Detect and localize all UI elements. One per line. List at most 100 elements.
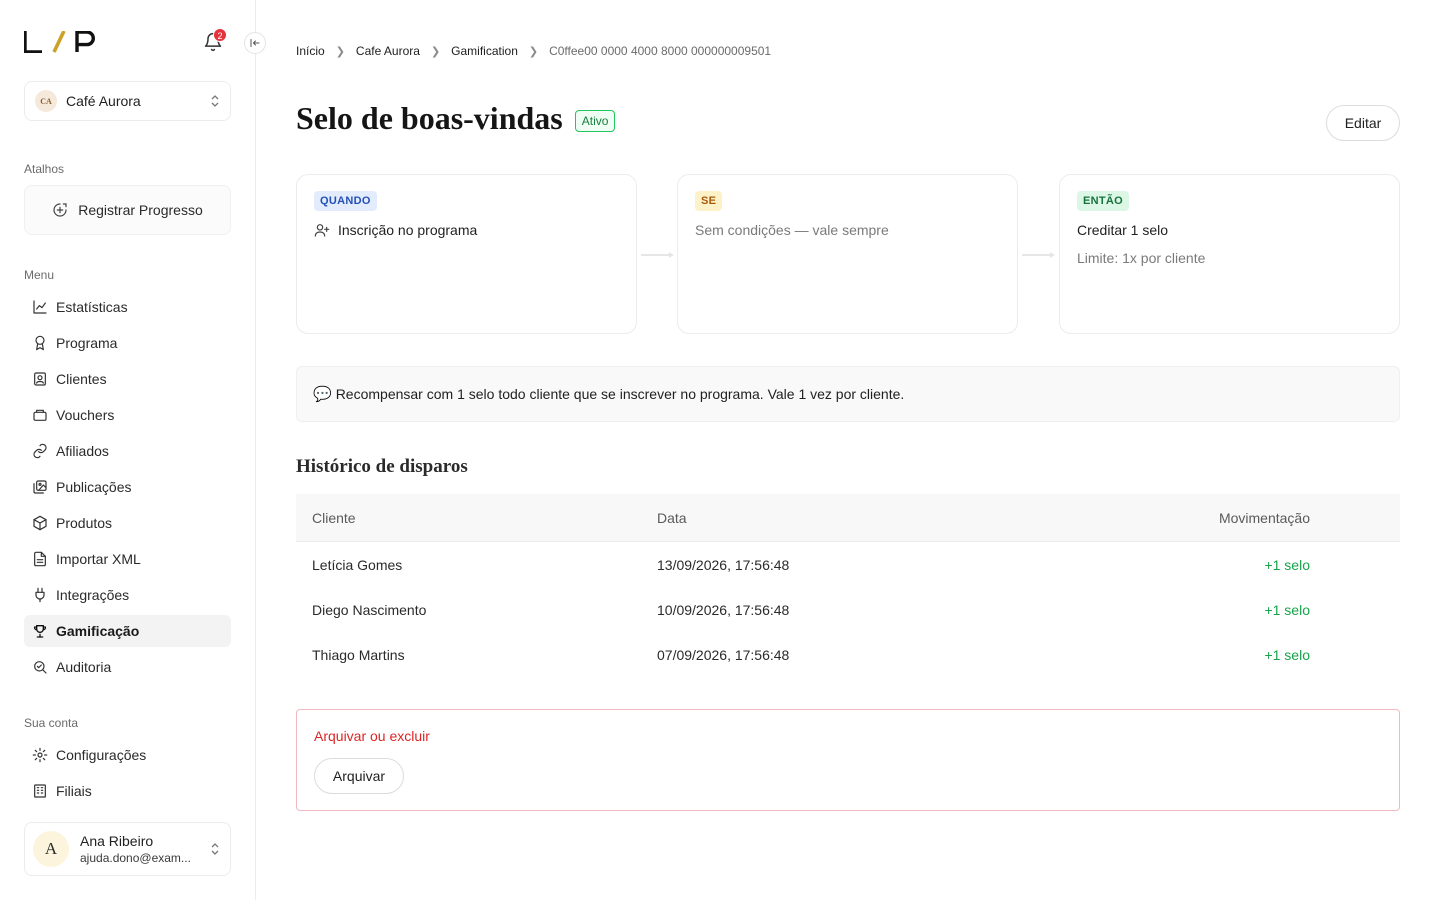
rule-description-text: Recompensar com 1 selo todo cliente que … (335, 386, 905, 402)
breadcrumb-gamification[interactable]: Gamification (451, 44, 518, 58)
then-limit: Limite: 1x por cliente (1077, 250, 1206, 266)
then-card: ENTÃO Creditar 1 selo Limite: 1x por cli… (1059, 174, 1400, 334)
breadcrumb: Início ❯ Cafe Aurora ❯ Gamification ❯ C0… (296, 44, 771, 58)
award-icon (35, 335, 45, 351)
notifications-count-badge: 2 (213, 28, 227, 42)
page-title: Selo de boas-vindas (296, 100, 563, 136)
cell-movement: +1 selo (1264, 601, 1310, 618)
link-icon (33, 443, 47, 459)
nav-item-afiliados[interactable]: Afiliados (24, 435, 231, 467)
breadcrumb-home[interactable]: Início (296, 44, 325, 58)
status-badge: Ativo (574, 109, 616, 132)
breadcrumb-company[interactable]: Cafe Aurora (356, 44, 420, 58)
nav-label: Programa (56, 335, 118, 351)
nav-item-estatisticas[interactable]: Estatísticas (24, 291, 231, 323)
if-card: SE Sem condições — vale sempre (677, 174, 1018, 334)
shortcuts-label: Atalhos (24, 162, 65, 176)
danger-zone: Arquivar ou excluir Arquivar (296, 709, 1400, 811)
when-card: QUANDO Inscrição no programa (296, 174, 637, 334)
nav-label: Clientes (56, 371, 107, 387)
nav-item-publicacoes[interactable]: Publicações (24, 471, 231, 503)
file-icon (34, 551, 46, 567)
gear-icon (32, 747, 48, 763)
nav-item-configuracoes[interactable]: Configurações (24, 739, 231, 771)
nav-item-gamificacao[interactable]: Gamificação (24, 615, 231, 647)
cell-movement: +1 selo (1264, 646, 1310, 663)
ticket-icon (33, 409, 47, 421)
trophy-icon (33, 625, 47, 638)
speech-bubble-icon: 💬 (313, 386, 332, 403)
archive-button[interactable]: Arquivar (314, 758, 404, 794)
nav-item-clientes[interactable]: Clientes (24, 363, 231, 395)
nav-item-programa[interactable]: Programa (24, 327, 231, 359)
history-table: Cliente Data Movimentação Letícia Gomes … (296, 494, 1400, 677)
cell-date: 10/09/2026, 17:56:48 (657, 601, 790, 618)
register-progress-button[interactable]: Registrar Progresso (24, 185, 231, 235)
nav-label: Publicações (56, 479, 132, 495)
building-icon (34, 784, 46, 798)
contact-card-icon (34, 372, 46, 386)
when-tag: QUANDO (314, 191, 377, 211)
nav-label: Filiais (56, 783, 92, 799)
then-text: Creditar 1 selo (1077, 222, 1169, 238)
when-line: Inscrição no programa (314, 222, 619, 238)
nav-label: Integrações (56, 587, 130, 603)
nav-label: Produtos (56, 515, 113, 531)
nav-label: Auditoria (56, 659, 112, 675)
nav-item-vouchers[interactable]: Vouchers (24, 399, 231, 431)
cell-movement: +1 selo (1264, 556, 1310, 573)
package-icon (33, 515, 47, 531)
nav-item-auditoria[interactable]: Auditoria (24, 651, 231, 683)
user-menu[interactable]: A Ana Ribeiro ajuda.dono@exam... (24, 822, 231, 876)
if-text: Sem condições — vale sempre (695, 222, 889, 238)
main-content: Início ❯ Cafe Aurora ❯ Gamification ❯ C0… (296, 0, 1400, 900)
table-row: Diego Nascimento 10/09/2026, 17:56:48 +1… (296, 587, 1400, 632)
nav-label: Afiliados (56, 443, 109, 459)
account-label: Sua conta (24, 716, 79, 730)
rule-cards: QUANDO Inscrição no programa SE Sem cond… (296, 174, 1400, 334)
arrow-right-icon (1022, 252, 1055, 258)
user-plus-icon (314, 224, 330, 237)
rule-description: 💬 Recompensar com 1 selo todo cliente qu… (296, 366, 1400, 422)
account-nav: Configurações Filiais (24, 739, 231, 811)
chevron-up-down-icon (211, 843, 219, 855)
images-icon (33, 480, 47, 494)
danger-zone-title: Arquivar ou excluir (314, 728, 430, 744)
edit-button[interactable]: Editar (1326, 105, 1400, 141)
main-nav: Estatísticas Programa Clientes Vouchers … (24, 291, 231, 687)
table-header: Cliente Data Movimentação (296, 494, 1400, 542)
nav-item-filiais[interactable]: Filiais (24, 775, 231, 807)
nav-label: Gamificação (56, 623, 140, 639)
column-header: Movimentação (1218, 509, 1310, 526)
search-audit-icon (34, 661, 47, 674)
register-progress-label: Registrar Progresso (78, 202, 203, 218)
company-switcher[interactable]: CA Café Aurora (24, 81, 231, 121)
user-name: Ana Ribeiro (80, 833, 154, 849)
cell-client: Thiago Martins (312, 646, 405, 663)
nav-item-produtos[interactable]: Produtos (24, 507, 231, 539)
user-info: Ana Ribeiro ajuda.dono@exam... (80, 833, 210, 865)
column-header: Data (657, 509, 687, 526)
logo-mark-icon (24, 31, 95, 53)
nav-label: Configurações (56, 747, 147, 763)
user-email: ajuda.dono@exam... (80, 851, 191, 865)
table-row: Letícia Gomes 13/09/2026, 17:56:48 +1 se… (296, 542, 1400, 587)
then-tag: ENTÃO (1077, 191, 1129, 211)
nav-item-importar-xml[interactable]: Importar XML (24, 543, 231, 575)
title-row: Selo de boas-vindas Ativo (296, 100, 616, 137)
nav-label: Estatísticas (56, 299, 128, 315)
add-circle-icon (53, 203, 67, 217)
chart-line-icon (33, 300, 47, 314)
when-text: Inscrição no programa (338, 222, 478, 238)
logo[interactable] (24, 30, 98, 54)
nav-label: Vouchers (56, 407, 115, 423)
collapse-sidebar-button[interactable] (244, 32, 266, 54)
company-name: Café Aurora (66, 93, 141, 109)
nav-label: Importar XML (56, 551, 141, 567)
if-tag: SE (695, 191, 723, 211)
cell-date: 07/09/2026, 17:56:48 (657, 646, 790, 663)
sidebar: 2 CA Café Aurora Atalhos Registrar Progr… (0, 0, 266, 900)
table-row: Thiago Martins 07/09/2026, 17:56:48 +1 s… (296, 632, 1400, 677)
nav-item-integracoes[interactable]: Integrações (24, 579, 231, 611)
arrow-right-icon (641, 252, 674, 258)
